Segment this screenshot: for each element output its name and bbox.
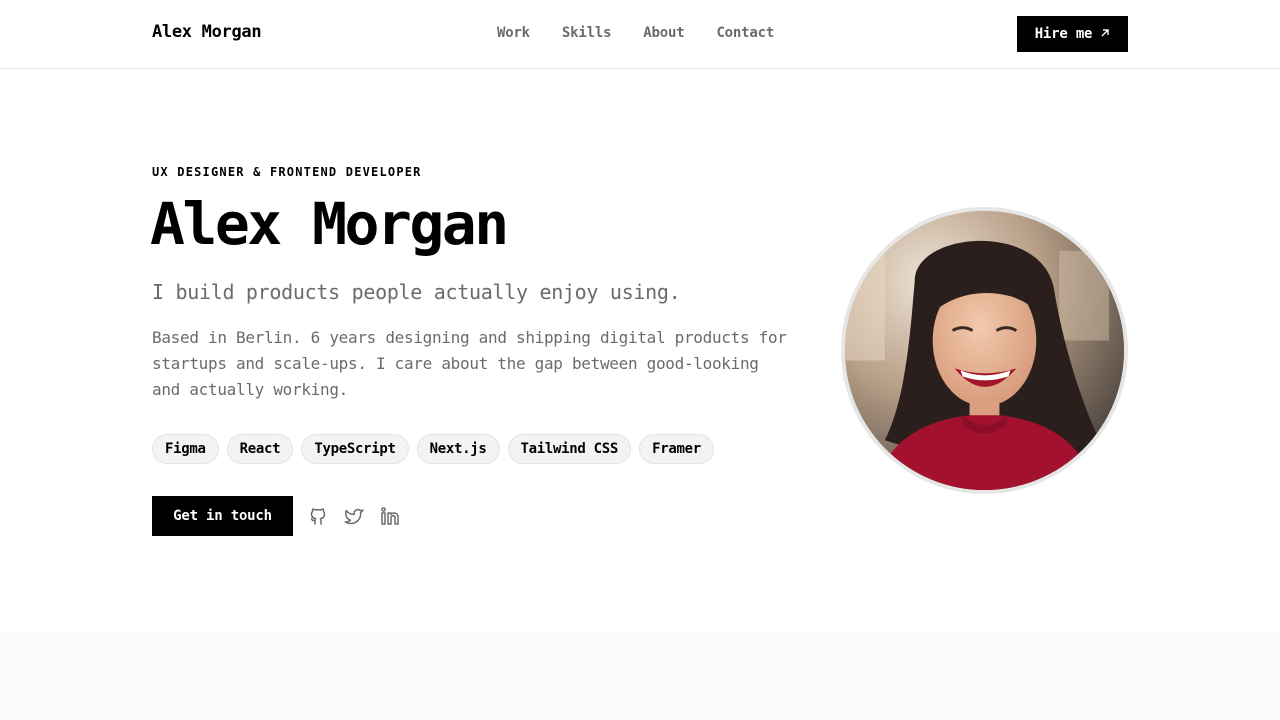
skill-tag: React — [226, 434, 294, 464]
twitter-icon[interactable] — [344, 505, 364, 527]
skill-tag: Figma — [152, 434, 219, 464]
linkedin-icon[interactable] — [380, 505, 400, 527]
hire-me-label: Hire me — [1034, 26, 1093, 42]
nav-link-contact[interactable]: Contact — [716, 25, 774, 41]
skill-tag: Next.js — [416, 434, 500, 464]
get-in-touch-button[interactable]: Get in touch — [152, 496, 293, 536]
nav-link-about[interactable]: About — [643, 25, 684, 41]
next-section-band — [0, 632, 1280, 720]
arrow-up-right-icon — [1100, 26, 1110, 42]
hero-tagline: I build products people actually enjoy u… — [152, 280, 681, 304]
hero-bio: Based in Berlin. 6 years designing and s… — [152, 328, 787, 399]
skill-tag: Framer — [639, 434, 714, 464]
skill-tag: Tailwind CSS — [507, 434, 632, 464]
nav-link-work[interactable]: Work — [497, 25, 530, 41]
profile-photo — [841, 207, 1128, 494]
brand-logo[interactable]: Alex Morgan — [152, 22, 262, 42]
role-eyebrow: UX DESIGNER & FRONTEND DEVELOPER — [152, 165, 422, 179]
hire-me-button[interactable]: Hire me — [1017, 16, 1128, 52]
skill-tags: Figma React TypeScript Next.js Tailwind … — [152, 434, 714, 464]
hero-name: Alex Morgan — [150, 190, 509, 258]
nav-link-skills[interactable]: Skills — [562, 25, 612, 41]
github-icon[interactable] — [308, 505, 328, 527]
skill-tag: TypeScript — [301, 434, 409, 464]
main-nav: Work Skills About Contact — [497, 25, 774, 41]
social-links — [308, 505, 400, 527]
top-navigation-bar: Alex Morgan Work Skills About Contact Hi… — [0, 0, 1280, 69]
